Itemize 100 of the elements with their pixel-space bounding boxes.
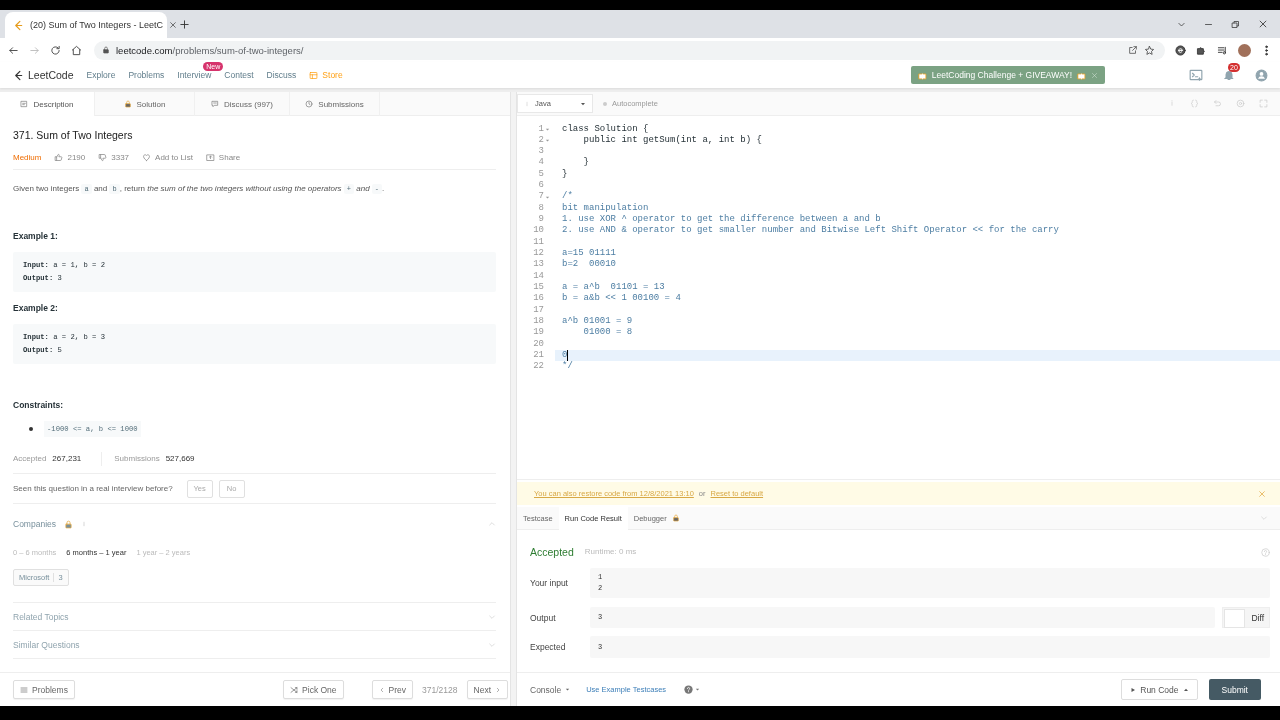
line-number: 13 [533,259,544,271]
line-number: 20 [533,338,544,351]
help-icon[interactable] [684,685,694,694]
next-button[interactable]: Next [466,680,508,699]
code-line: 2. use AND & operator to get smaller number and Bitwise Left Shift Operator << for the carry [562,225,1059,237]
line-number: 12 [533,248,544,260]
close-icon[interactable] [168,21,177,29]
nav-link[interactable]: Contest [224,70,254,80]
code-line: b=2 00010 [562,259,616,271]
constraints-heading: Constraints: [13,399,65,412]
caret-up-icon [1182,686,1189,693]
interview-question: Seen this question in a real interview before? [13,484,173,493]
add-to-list-button[interactable]: Add to List [142,153,193,162]
code-line: 01000 = 8 [582,327,633,339]
line-number: 19 [533,327,544,339]
code-line: 1. use XOR ^ operator to get the difference between a and b [562,214,881,225]
code-line: b = a&b << 1 00100 = 4 [562,293,681,305]
like-button[interactable]: 2190 [54,153,86,162]
promo-banner[interactable]: LeetCoding Challenge + GIVEAWAY! [910,66,1105,84]
console-button[interactable]: Console [530,684,571,695]
fold-caret-icon[interactable] [545,138,550,143]
result-label: Expected [530,642,567,652]
nav-link[interactable]: Discuss [266,70,297,80]
tab[interactable]: Description [0,92,95,116]
line-number: 3 [538,146,544,158]
problem-counter: 371/2128 [422,684,458,695]
tab[interactable]: Submissions [290,92,380,116]
example-heading: Example 1: [13,230,59,243]
extension-icon[interactable] [1175,44,1186,56]
line-number: 8 [538,202,544,215]
problems-button[interactable]: Problems [13,680,75,699]
heart-icon [142,153,152,162]
share-icon [205,153,215,162]
tab[interactable]: Discuss (997) [195,92,290,116]
avatar[interactable] [1238,43,1251,57]
code-line: bit manipulation [562,202,649,215]
line-number: 4 [538,157,544,169]
terminal-icon[interactable] [1189,68,1203,82]
settings-icon[interactable] [1236,99,1245,108]
share-icon[interactable] [1128,45,1138,55]
result-label: Your input [530,578,569,588]
dislike-button[interactable]: 3337 [98,153,130,162]
forward-icon[interactable] [29,44,40,56]
code-line: */ [562,361,573,373]
run-code-button[interactable]: Run Code [1121,679,1198,700]
nav-link[interactable]: Explore [86,70,116,80]
line-number: 11 [533,236,544,249]
new-tab-icon[interactable] [179,18,190,30]
fold-caret-icon[interactable] [545,126,550,132]
lock-icon [64,519,73,529]
section-title[interactable]: Related Topics [13,611,69,622]
undo-icon[interactable] [1213,99,1222,108]
fullscreen-icon[interactable] [1259,99,1268,108]
code-line: a^b 01001 = 9 [562,316,633,328]
home-icon[interactable] [71,44,82,56]
line-number: 15 [533,282,544,294]
star-icon[interactable] [1144,44,1155,56]
code-line: a = a^b 01101 = 13 [562,282,665,293]
store-icon [309,70,319,80]
code-line: } [562,168,568,181]
problem-title: 371. Sum of Two Integers [13,128,134,142]
bell-icon[interactable] [1223,69,1235,81]
document-icon [20,100,29,108]
caret-icon [695,687,701,692]
address-bar[interactable]: leetcode.com/problems/sum-of-two-integers/ [94,40,1165,60]
caret-icon [565,687,571,692]
code-line: /* [562,191,573,203]
puzzle-icon[interactable] [1196,44,1207,56]
address-text[interactable]: leetcode.com/problems/sum-of-two-integers/ [116,44,304,56]
section-title: Companies [13,519,56,529]
share-button[interactable]: Share [205,153,241,162]
queue-icon[interactable] [1217,44,1228,56]
logo-text[interactable]: LeetCode [28,69,74,81]
stat-value: 267,231 [52,453,82,465]
close-icon[interactable] [1258,19,1268,29]
section-title[interactable]: Similar Questions [13,639,80,650]
line-number: 16 [533,293,544,305]
line-number: 10 [533,225,544,237]
submit-button[interactable]: Submit [1208,679,1261,700]
reload-icon[interactable] [50,44,61,56]
braces-icon[interactable] [1190,99,1199,108]
tab[interactable]: Solution [95,92,195,116]
example-heading: Example 2: [13,302,59,315]
restore-icon[interactable] [1231,19,1240,29]
line-number: 18 [533,316,544,328]
back-icon[interactable] [8,44,19,56]
pick-one-button[interactable]: Pick One [283,680,344,699]
fold-caret-icon[interactable] [545,194,550,200]
result-status: Accepted [530,545,574,560]
line-number: 1 [538,123,544,135]
difficulty-label: Medium [13,153,42,162]
code-line: a=15 01111 [562,248,616,259]
nav-link[interactable]: Problems [128,70,165,80]
diff-toggle[interactable]: Diff [1222,607,1270,628]
account-icon[interactable] [1255,68,1268,82]
line-number: 2 [538,134,544,147]
nav-link[interactable]: Interview [177,70,212,80]
prev-button[interactable]: Prev [371,680,414,699]
caret-icon [580,100,586,107]
line-number: 5 [538,168,544,181]
